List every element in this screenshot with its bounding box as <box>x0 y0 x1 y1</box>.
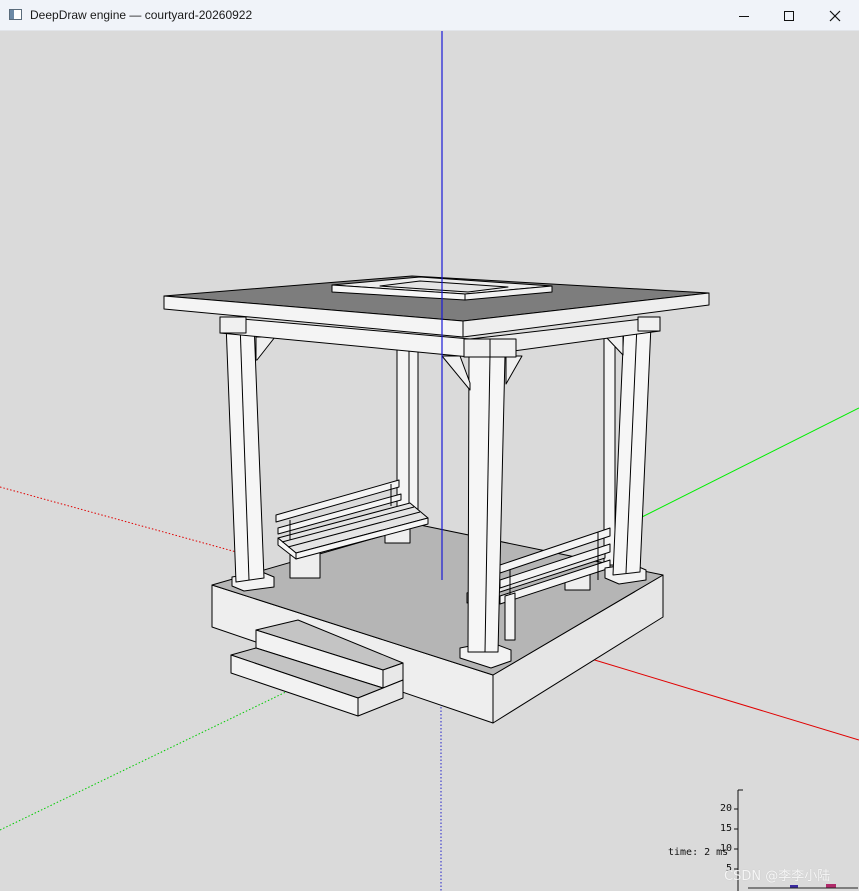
fps-tick-15: 15 <box>719 823 732 834</box>
close-button[interactable] <box>812 0 858 31</box>
beam-block-right <box>637 316 661 332</box>
window-title: DeepDraw engine — courtyard-20260922 <box>30 8 253 22</box>
maximize-button[interactable] <box>766 0 812 31</box>
brace-center-right <box>505 355 523 385</box>
scene-canvas[interactable] <box>0 31 859 891</box>
3d-viewport[interactable]: 20 15 10 5 <box>0 31 859 891</box>
window-titlebar[interactable]: DeepDraw engine — courtyard-20260922 <box>0 0 859 31</box>
gazebo-model[interactable] <box>163 275 710 724</box>
minimize-icon <box>739 15 749 17</box>
brace-left <box>255 336 276 361</box>
post-front-center <box>467 354 506 653</box>
frame-time-label: time: 2 ms <box>668 847 729 858</box>
app-window-icon <box>9 9 22 20</box>
beam-block-left <box>219 316 247 334</box>
brace-center-left <box>441 355 471 391</box>
minimize-button[interactable] <box>721 0 767 31</box>
close-icon <box>829 10 841 21</box>
watermark-text: CSDN @李李小陆 <box>724 869 831 884</box>
maximize-icon <box>784 10 794 21</box>
fps-tick-20: 20 <box>719 803 732 814</box>
post-right <box>612 324 652 576</box>
post-back-left <box>396 347 419 519</box>
